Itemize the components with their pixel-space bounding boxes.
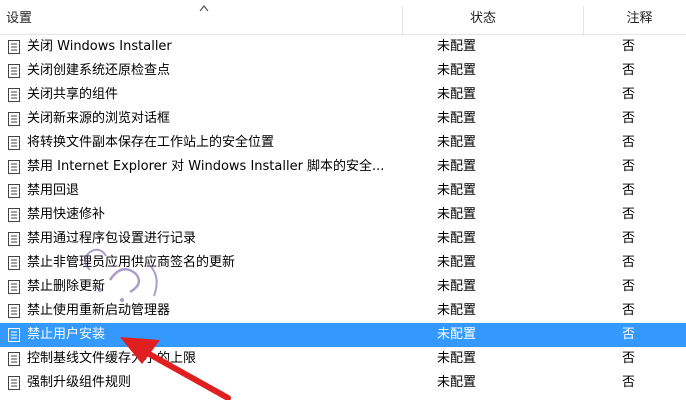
policy-setting-icon bbox=[8, 136, 20, 150]
setting-note: 否 bbox=[622, 39, 636, 54]
setting-name: 禁用快速修补 bbox=[27, 207, 106, 222]
setting-name: 关闭 Windows Installer bbox=[27, 39, 172, 54]
setting-name: 关闭新来源的浏览对话框 bbox=[27, 111, 171, 126]
settings-list: 关闭 Windows Installer 未配置否关闭创建系统还原检查点 未配置否关… bbox=[0, 35, 686, 395]
setting-status: 未配置 bbox=[437, 87, 477, 102]
policy-setting-icon bbox=[8, 184, 20, 198]
list-item[interactable]: 禁用回退 未配置 否 bbox=[0, 179, 686, 203]
list-header: 设置 状态 注释 bbox=[0, 0, 686, 36]
setting-status: 未配置 bbox=[437, 111, 477, 126]
policy-setting-icon bbox=[8, 40, 20, 54]
setting-name: 关闭创建系统还原检查点 bbox=[27, 63, 171, 78]
column-header-status[interactable]: 状态 bbox=[403, 0, 583, 34]
setting-note: 否 bbox=[622, 375, 636, 390]
setting-status: 未配置 bbox=[437, 303, 477, 318]
setting-status: 未配置 bbox=[437, 327, 477, 342]
setting-name: 强制升级组件规则 bbox=[27, 375, 132, 390]
list-item[interactable]: 将转换文件副本保存在工作站上的安全位置 未配置 否 bbox=[0, 131, 686, 155]
setting-name: 禁用 Internet Explorer 对 Windows Installer… bbox=[27, 159, 385, 174]
setting-status: 未配置 bbox=[437, 255, 477, 270]
list-item[interactable]: 禁止用户安装 未配置 否 bbox=[0, 323, 686, 347]
setting-note: 否 bbox=[622, 279, 636, 294]
policy-setting-icon bbox=[8, 304, 20, 318]
setting-name: 禁止用户安装 bbox=[27, 327, 106, 342]
setting-status: 未配置 bbox=[437, 279, 477, 294]
setting-note: 否 bbox=[622, 135, 636, 150]
watermark-logo bbox=[84, 248, 158, 302]
list-item[interactable]: 关闭创建系统还原检查点 未配置 否 bbox=[0, 59, 686, 83]
setting-note: 否 bbox=[622, 159, 636, 174]
list-item[interactable]: 关闭共享的组件 未配置 否 bbox=[0, 83, 686, 107]
setting-name: 将转换文件副本保存在工作站上的安全位置 bbox=[27, 135, 275, 150]
list-item[interactable]: 控制基线文件缓存大小的上限 未配置 否 bbox=[0, 347, 686, 371]
list-item[interactable]: 强制升级组件规则 未配置 否 bbox=[0, 371, 686, 395]
list-item[interactable]: 禁用 Internet Explorer 对 Windows Installer… bbox=[0, 155, 686, 179]
setting-note: 否 bbox=[622, 63, 636, 78]
setting-status: 未配置 bbox=[437, 63, 477, 78]
setting-note: 否 bbox=[622, 327, 636, 342]
setting-status: 未配置 bbox=[437, 231, 477, 246]
policy-setting-icon bbox=[8, 256, 20, 270]
policy-setting-icon bbox=[8, 88, 20, 102]
list-item[interactable]: 关闭新来源的浏览对话框 未配置 否 bbox=[0, 107, 686, 131]
setting-status: 未配置 bbox=[437, 351, 477, 366]
setting-note: 否 bbox=[622, 87, 636, 102]
list-item[interactable]: 关闭 Windows Installer 未配置 否 bbox=[0, 35, 686, 59]
policy-setting-icon bbox=[8, 64, 20, 78]
sort-ascending-icon bbox=[199, 5, 209, 12]
policy-setting-icon bbox=[8, 112, 20, 126]
setting-name: 控制基线文件缓存大小的上限 bbox=[27, 351, 197, 366]
setting-status: 未配置 bbox=[437, 159, 477, 174]
setting-status: 未配置 bbox=[437, 183, 477, 198]
policy-setting-icon bbox=[8, 376, 20, 390]
setting-note: 否 bbox=[622, 111, 636, 126]
list-item[interactable]: 禁用快速修补 未配置 否 bbox=[0, 203, 686, 227]
setting-note: 否 bbox=[622, 255, 636, 270]
setting-note: 否 bbox=[622, 231, 636, 246]
column-header-note[interactable]: 注释 bbox=[583, 0, 686, 34]
policy-setting-icon bbox=[8, 160, 20, 174]
policy-setting-icon bbox=[8, 280, 20, 294]
setting-note: 否 bbox=[622, 207, 636, 222]
setting-status: 未配置 bbox=[437, 39, 477, 54]
policy-setting-icon bbox=[8, 328, 20, 342]
setting-note: 否 bbox=[622, 351, 636, 366]
setting-note: 否 bbox=[622, 183, 636, 198]
setting-name: 关闭共享的组件 bbox=[27, 87, 119, 102]
policy-setting-icon bbox=[8, 232, 20, 246]
setting-status: 未配置 bbox=[437, 375, 477, 390]
setting-status: 未配置 bbox=[437, 207, 477, 222]
policy-setting-icon bbox=[8, 352, 20, 366]
policy-setting-icon bbox=[8, 208, 20, 222]
setting-note: 否 bbox=[622, 303, 636, 318]
setting-name: 禁用回退 bbox=[27, 183, 80, 198]
setting-status: 未配置 bbox=[437, 135, 477, 150]
